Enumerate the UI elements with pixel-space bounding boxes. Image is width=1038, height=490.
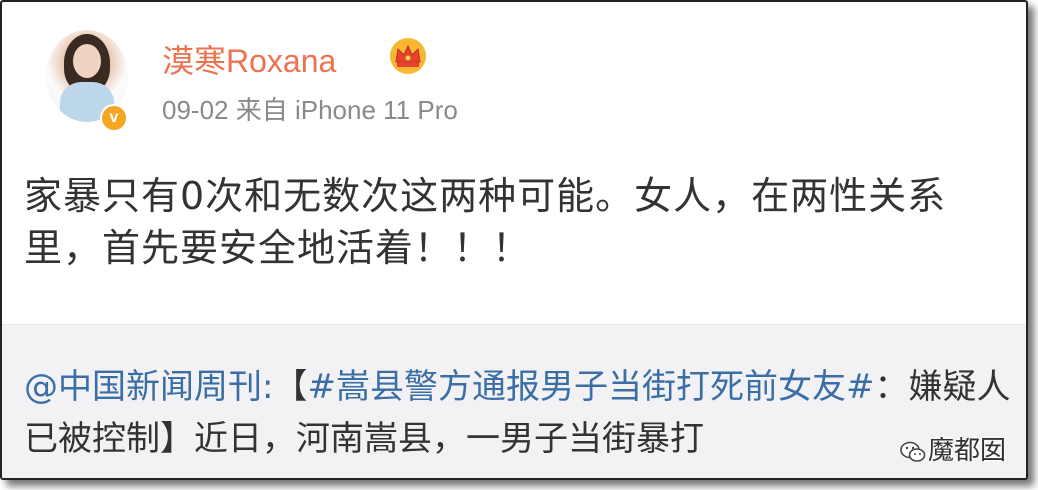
avatar-face xyxy=(73,44,101,78)
post-header: v 漠寒Roxana 09-02 来自 iPhone 11 Pro xyxy=(2,2,1026,152)
repost-bracket-open: 【 xyxy=(273,367,308,407)
repost-text: @中国新闻周刊:【#嵩县警方通报男子当街打死前女友#：嫌疑人已被控制】近日，河南… xyxy=(24,361,1014,465)
post-source: 来自 iPhone 11 Pro xyxy=(235,95,458,125)
reposted-content[interactable]: @中国新闻周刊:【#嵩县警方通报男子当街打死前女友#：嫌疑人已被控制】近日，河南… xyxy=(2,324,1026,478)
repost-hashtag-link[interactable]: #嵩县警方通报男子当街打死前女友# xyxy=(307,367,874,407)
post-body-text: 家暴只有0次和无数次这两种可能。女人，在两性关系里，首先要安全地活着！！！ xyxy=(24,174,947,270)
repost-source-account-link[interactable]: @中国新闻周刊: xyxy=(24,367,273,407)
username-link[interactable]: 漠寒Roxana xyxy=(162,36,336,82)
crown-member-icon[interactable] xyxy=(388,36,428,76)
weibo-post-card: v 漠寒Roxana 09-02 来自 iPhone 11 Pro 家暴只有0次… xyxy=(0,0,1028,480)
watermark: 魔都囡 xyxy=(900,430,1006,467)
wechat-watermark-icon xyxy=(900,441,926,462)
repost-body-start: 近日，河南嵩县，一男子当街暴打 xyxy=(194,419,704,459)
post-timestamp[interactable]: 09-02 xyxy=(162,95,229,125)
post-meta: 09-02 来自 iPhone 11 Pro xyxy=(162,90,458,127)
watermark-text: 魔都囡 xyxy=(928,436,1007,466)
verified-badge-icon: v xyxy=(100,104,128,132)
